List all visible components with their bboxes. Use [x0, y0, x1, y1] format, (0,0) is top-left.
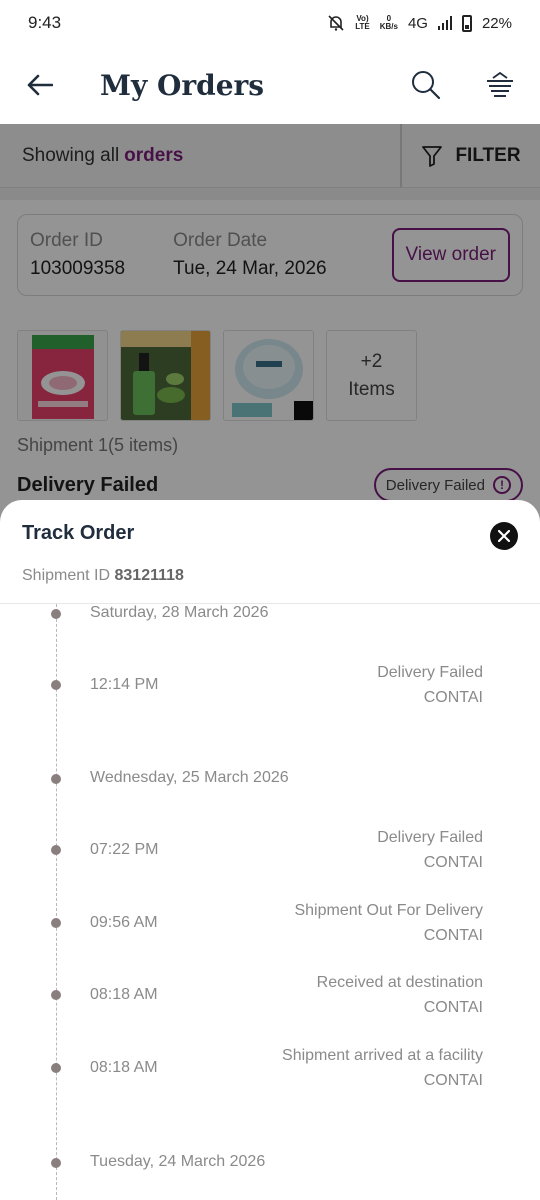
timeline-dot	[51, 1063, 61, 1073]
sheet-title: Track Order	[22, 522, 135, 544]
event-time: 12:14 PM	[90, 676, 159, 693]
timeline-dot	[51, 774, 61, 784]
timeline-dot	[51, 845, 61, 855]
volte-indicator: Vo) LTE	[355, 14, 370, 31]
track-order-sheet: Track Order Shipment ID 83121118 Saturda…	[0, 500, 540, 1200]
menu-button[interactable]	[482, 67, 518, 103]
timeline-dot	[51, 609, 61, 619]
close-button[interactable]	[490, 522, 518, 550]
shipment-id: Shipment ID 83121118	[22, 567, 184, 584]
event-time: 08:18 AM	[90, 1059, 158, 1076]
back-button[interactable]	[22, 67, 58, 103]
status-icons: Vo) LTE 0 KB/s 4G 22%	[327, 14, 512, 32]
sheet-header: Track Order Shipment ID 83121118	[0, 500, 540, 604]
event-details: Delivery Failed CONTAI	[377, 825, 483, 875]
mute-bell-icon	[328, 15, 344, 31]
search-icon	[412, 71, 441, 100]
timeline-date: Saturday, 28 March 2026	[90, 604, 269, 621]
event-status: Delivery Failed	[377, 664, 483, 681]
event-details: Delivery Failed CONTAI	[377, 660, 483, 710]
event-details: Shipment arrived at a facility CONTAI	[282, 1043, 483, 1093]
timeline-date: Tuesday, 24 March 2026	[90, 1153, 266, 1170]
timeline-line	[56, 604, 57, 1200]
timeline-date: Wednesday, 25 March 2026	[90, 769, 289, 786]
event-location: CONTAI	[423, 999, 483, 1016]
battery-percent: 22%	[481, 14, 512, 32]
event-location: CONTAI	[423, 1072, 483, 1089]
status-bar: 9:43 Vo) LTE 0 KB/s 4G 22%	[0, 0, 540, 46]
network-type: 4G	[407, 14, 428, 32]
timeline-dot	[51, 1158, 61, 1168]
event-status: Shipment arrived at a facility	[282, 1047, 483, 1064]
event-location: CONTAI	[423, 927, 483, 944]
signal-icon	[437, 16, 452, 30]
event-time: 07:22 PM	[90, 841, 159, 858]
event-location: CONTAI	[423, 854, 483, 871]
page-title: My Orders	[100, 68, 265, 102]
timeline-dot	[51, 680, 61, 690]
close-icon	[498, 530, 510, 542]
event-status: Delivery Failed	[377, 829, 483, 846]
back-arrow-icon	[27, 74, 53, 96]
data-speed-indicator: 0 KB/s	[379, 14, 398, 31]
app-header: My Orders	[0, 46, 540, 124]
battery-icon	[461, 14, 472, 32]
timeline-dot	[51, 990, 61, 1000]
event-details: Shipment Out For Delivery CONTAI	[294, 898, 483, 948]
event-details: Received at destination CONTAI	[317, 970, 483, 1020]
stacked-menu-icon	[487, 71, 513, 97]
event-time: 09:56 AM	[90, 914, 158, 931]
event-time: 08:18 AM	[90, 986, 158, 1003]
search-button[interactable]	[408, 67, 444, 103]
event-status: Received at destination	[316, 974, 483, 991]
timeline-dot	[51, 918, 61, 928]
shipment-id-value: 83121118	[114, 567, 184, 584]
status-time: 9:43	[28, 13, 62, 32]
event-location: CONTAI	[423, 689, 483, 706]
event-status: Shipment Out For Delivery	[294, 902, 483, 919]
tracking-timeline: Saturday, 28 March 2026 12:14 PM Deliver…	[0, 604, 540, 1200]
